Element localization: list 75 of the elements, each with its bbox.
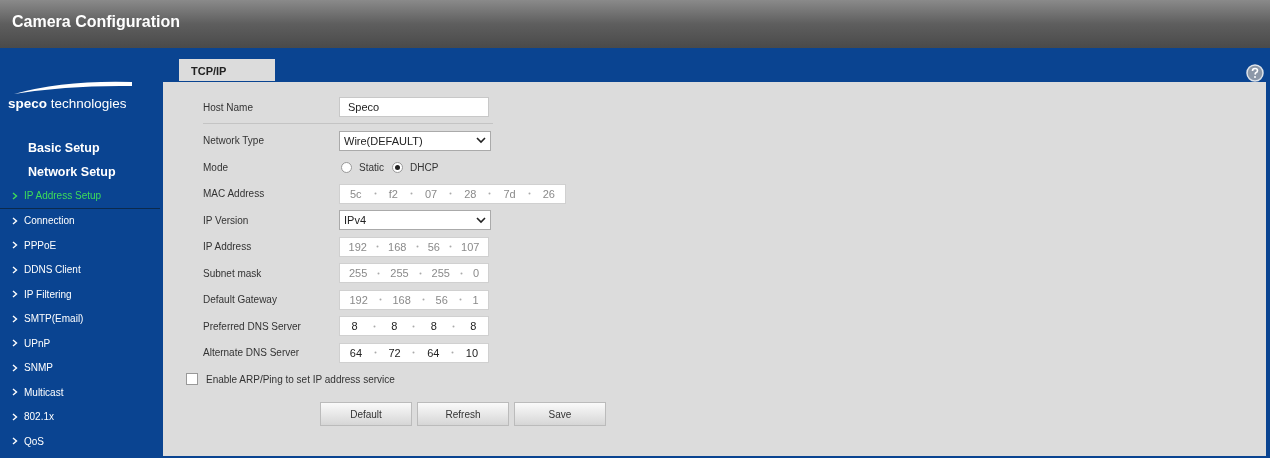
dot-icon [449, 245, 452, 249]
dropdown[interactable]: Wire(DEFAULT) [339, 130, 491, 151]
dot-icon [459, 271, 463, 275]
ip-address-field[interactable]: 64 72 64 10 [339, 342, 489, 363]
sidebar-item[interactable]: DDNS Client [0, 257, 160, 282]
window-title: Camera Configuration [12, 13, 180, 30]
dot-icon [451, 351, 455, 355]
sidebar-item[interactable]: 802.1x [0, 404, 160, 429]
chevron-icon [12, 437, 18, 446]
chevron-icon [12, 314, 18, 323]
field-label: Subnet mask [203, 266, 263, 281]
dot-icon [488, 192, 492, 196]
sidebar-heading[interactable]: Basic Setup [0, 136, 160, 160]
form-button[interactable]: Default [320, 402, 412, 426]
dot-icon [458, 298, 462, 302]
field-label: Mode [203, 160, 229, 175]
field-label: MAC Address [203, 187, 266, 202]
radio-button[interactable] [392, 161, 403, 173]
radio-label: Static [359, 160, 384, 175]
sidebar-item[interactable]: IP Address Setup [0, 184, 160, 209]
dot-icon [377, 271, 381, 275]
sidebar-item[interactable]: Connection [0, 208, 160, 233]
sidebar-item[interactable]: SMTP(Email) [0, 306, 160, 331]
dot-icon [409, 192, 413, 196]
dot-icon [378, 298, 382, 302]
sidebar-heading[interactable]: Network Setup [0, 160, 160, 184]
chevron-icon [12, 388, 18, 397]
chevron-icon [12, 241, 18, 250]
logo: speco technologies [8, 94, 128, 113]
dot-icon [373, 351, 377, 355]
dot-icon [412, 324, 416, 328]
sidebar-item[interactable]: UPnP [0, 331, 160, 356]
field-label: IP Version [203, 213, 250, 228]
chevron-icon [12, 290, 18, 299]
dot-icon [527, 192, 531, 196]
field-label: Host Name [203, 100, 254, 115]
dot-icon [452, 324, 455, 328]
dot-icon [373, 192, 377, 196]
checkbox-label: Enable ARP/Ping to set IP address service [206, 372, 395, 387]
caret-icon [476, 216, 486, 224]
ip-address-field[interactable]: 8 8 8 8 [339, 316, 489, 337]
dot-icon [418, 271, 422, 275]
field-label: Preferred DNS Server [203, 319, 302, 334]
dot-icon [412, 351, 416, 355]
checkbox[interactable] [186, 373, 198, 385]
sidebar-item[interactable]: Multicast [0, 380, 160, 405]
dot-icon [376, 245, 379, 249]
dot-icon [372, 324, 376, 328]
sidebar-item[interactable]: PPPoE [0, 233, 160, 258]
radio-label: DHCP [410, 160, 439, 175]
caret-icon [476, 137, 486, 145]
chevron-icon [12, 191, 18, 200]
dot-icon [421, 298, 425, 302]
radio-button[interactable] [341, 161, 352, 173]
chevron-icon [12, 265, 18, 274]
chevron-icon [12, 339, 18, 348]
field-label: Network Type [203, 134, 265, 149]
text-field[interactable]: Speco [339, 97, 489, 118]
help-icon[interactable] [1246, 64, 1264, 82]
field-label: Default Gateway [203, 293, 278, 308]
form-button[interactable]: Save [514, 402, 606, 426]
chevron-icon [12, 412, 18, 421]
form-button[interactable]: Refresh [417, 402, 509, 426]
dropdown[interactable]: IPv4 [339, 210, 491, 231]
tab[interactable]: TCP/IP [179, 59, 275, 81]
field-label: IP Address [203, 240, 253, 255]
dot-icon [415, 245, 419, 249]
field-label: Alternate DNS Server [203, 346, 301, 361]
chevron-icon [12, 363, 18, 372]
logo-swoosh-icon [14, 79, 132, 94]
sidebar-item[interactable]: SNMP [0, 355, 160, 380]
sidebar-item[interactable]: IP Filtering [0, 282, 160, 307]
dot-icon [449, 192, 453, 196]
sidebar-item[interactable]: QoS [0, 429, 160, 454]
chevron-icon [12, 216, 18, 225]
